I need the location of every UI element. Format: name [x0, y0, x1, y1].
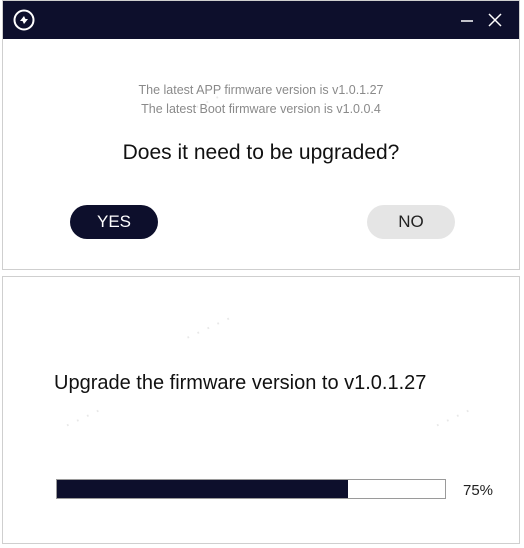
upgrade-message: Upgrade the firmware version to v1.0.1.2…	[54, 372, 427, 394]
progress-percent-label: 75%	[463, 482, 494, 499]
progress-bar-fill	[57, 480, 348, 498]
watermark-decoration: · · · ·	[60, 399, 105, 435]
minimize-icon[interactable]	[454, 7, 480, 33]
app-firmware-version-text: The latest APP firmware version is v1.0.…	[138, 83, 384, 97]
watermark-decoration: · · · ·	[430, 399, 475, 435]
watermark-decoration: · · · · ·	[180, 307, 235, 347]
upgrade-question: Does it need to be upgraded?	[122, 141, 400, 164]
app-logo-icon	[13, 9, 35, 31]
progress-bar	[56, 479, 446, 499]
title-bar	[3, 1, 519, 39]
no-button[interactable]: NO	[367, 205, 455, 239]
close-icon[interactable]	[482, 7, 508, 33]
page: The latest APP firmware version is v1.0.…	[0, 0, 524, 548]
upgrade-prompt-dialog: The latest APP firmware version is v1.0.…	[2, 0, 520, 270]
boot-firmware-version-text: The latest Boot firmware version is v1.0…	[141, 102, 381, 116]
yes-button[interactable]: YES	[70, 205, 158, 239]
upgrade-progress-dialog: · · · · · · · · · · · · · Upgrade the fi…	[2, 276, 520, 544]
